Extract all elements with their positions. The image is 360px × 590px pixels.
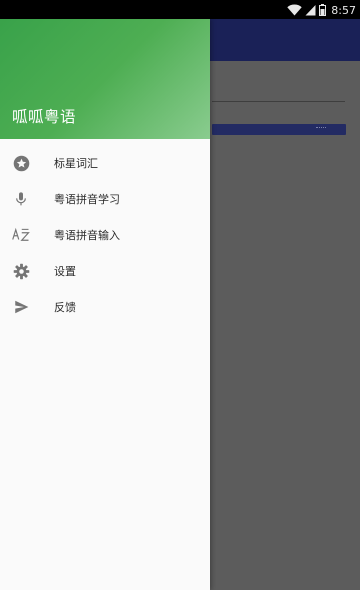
star-circle-icon bbox=[12, 154, 30, 172]
signal-icon bbox=[305, 4, 316, 16]
status-time: 8:57 bbox=[331, 3, 356, 17]
status-bar: 8:57 bbox=[0, 0, 360, 19]
menu-item-feedback[interactable]: 反馈 bbox=[0, 289, 210, 325]
sort-az-icon bbox=[12, 226, 30, 244]
menu-item-label: 设置 bbox=[54, 265, 76, 278]
menu-item-pinyin-input[interactable]: 粤语拼音输入 bbox=[0, 217, 210, 253]
battery-icon bbox=[319, 4, 327, 16]
wifi-icon bbox=[287, 4, 302, 16]
menu-item-pinyin-learning[interactable]: 粤语拼音学习 bbox=[0, 181, 210, 217]
menu-item-label: 粤语拼音输入 bbox=[54, 229, 120, 242]
microphone-icon bbox=[12, 190, 30, 208]
dots-icon bbox=[316, 127, 326, 130]
menu-item-label: 标星词汇 bbox=[54, 157, 98, 170]
drawer-menu: 标星词汇 粤语拼音学习 粤语拼音输入 设置 反馈 bbox=[0, 139, 210, 325]
menu-item-starred-words[interactable]: 标星词汇 bbox=[0, 145, 210, 181]
menu-item-label: 反馈 bbox=[54, 301, 76, 314]
divider bbox=[212, 101, 345, 102]
navigation-drawer: 呱呱粤语 标星词汇 粤语拼音学习 粤语拼音输入 设置 反馈 bbox=[0, 19, 210, 590]
send-icon bbox=[12, 298, 30, 316]
search-bar bbox=[212, 124, 346, 135]
menu-item-settings[interactable]: 设置 bbox=[0, 253, 210, 289]
menu-item-label: 粤语拼音学习 bbox=[54, 193, 120, 206]
status-icons: 8:57 bbox=[287, 2, 356, 18]
gear-icon bbox=[12, 262, 30, 280]
drawer-header: 呱呱粤语 bbox=[0, 19, 210, 139]
app-title: 呱呱粤语 bbox=[12, 108, 77, 126]
